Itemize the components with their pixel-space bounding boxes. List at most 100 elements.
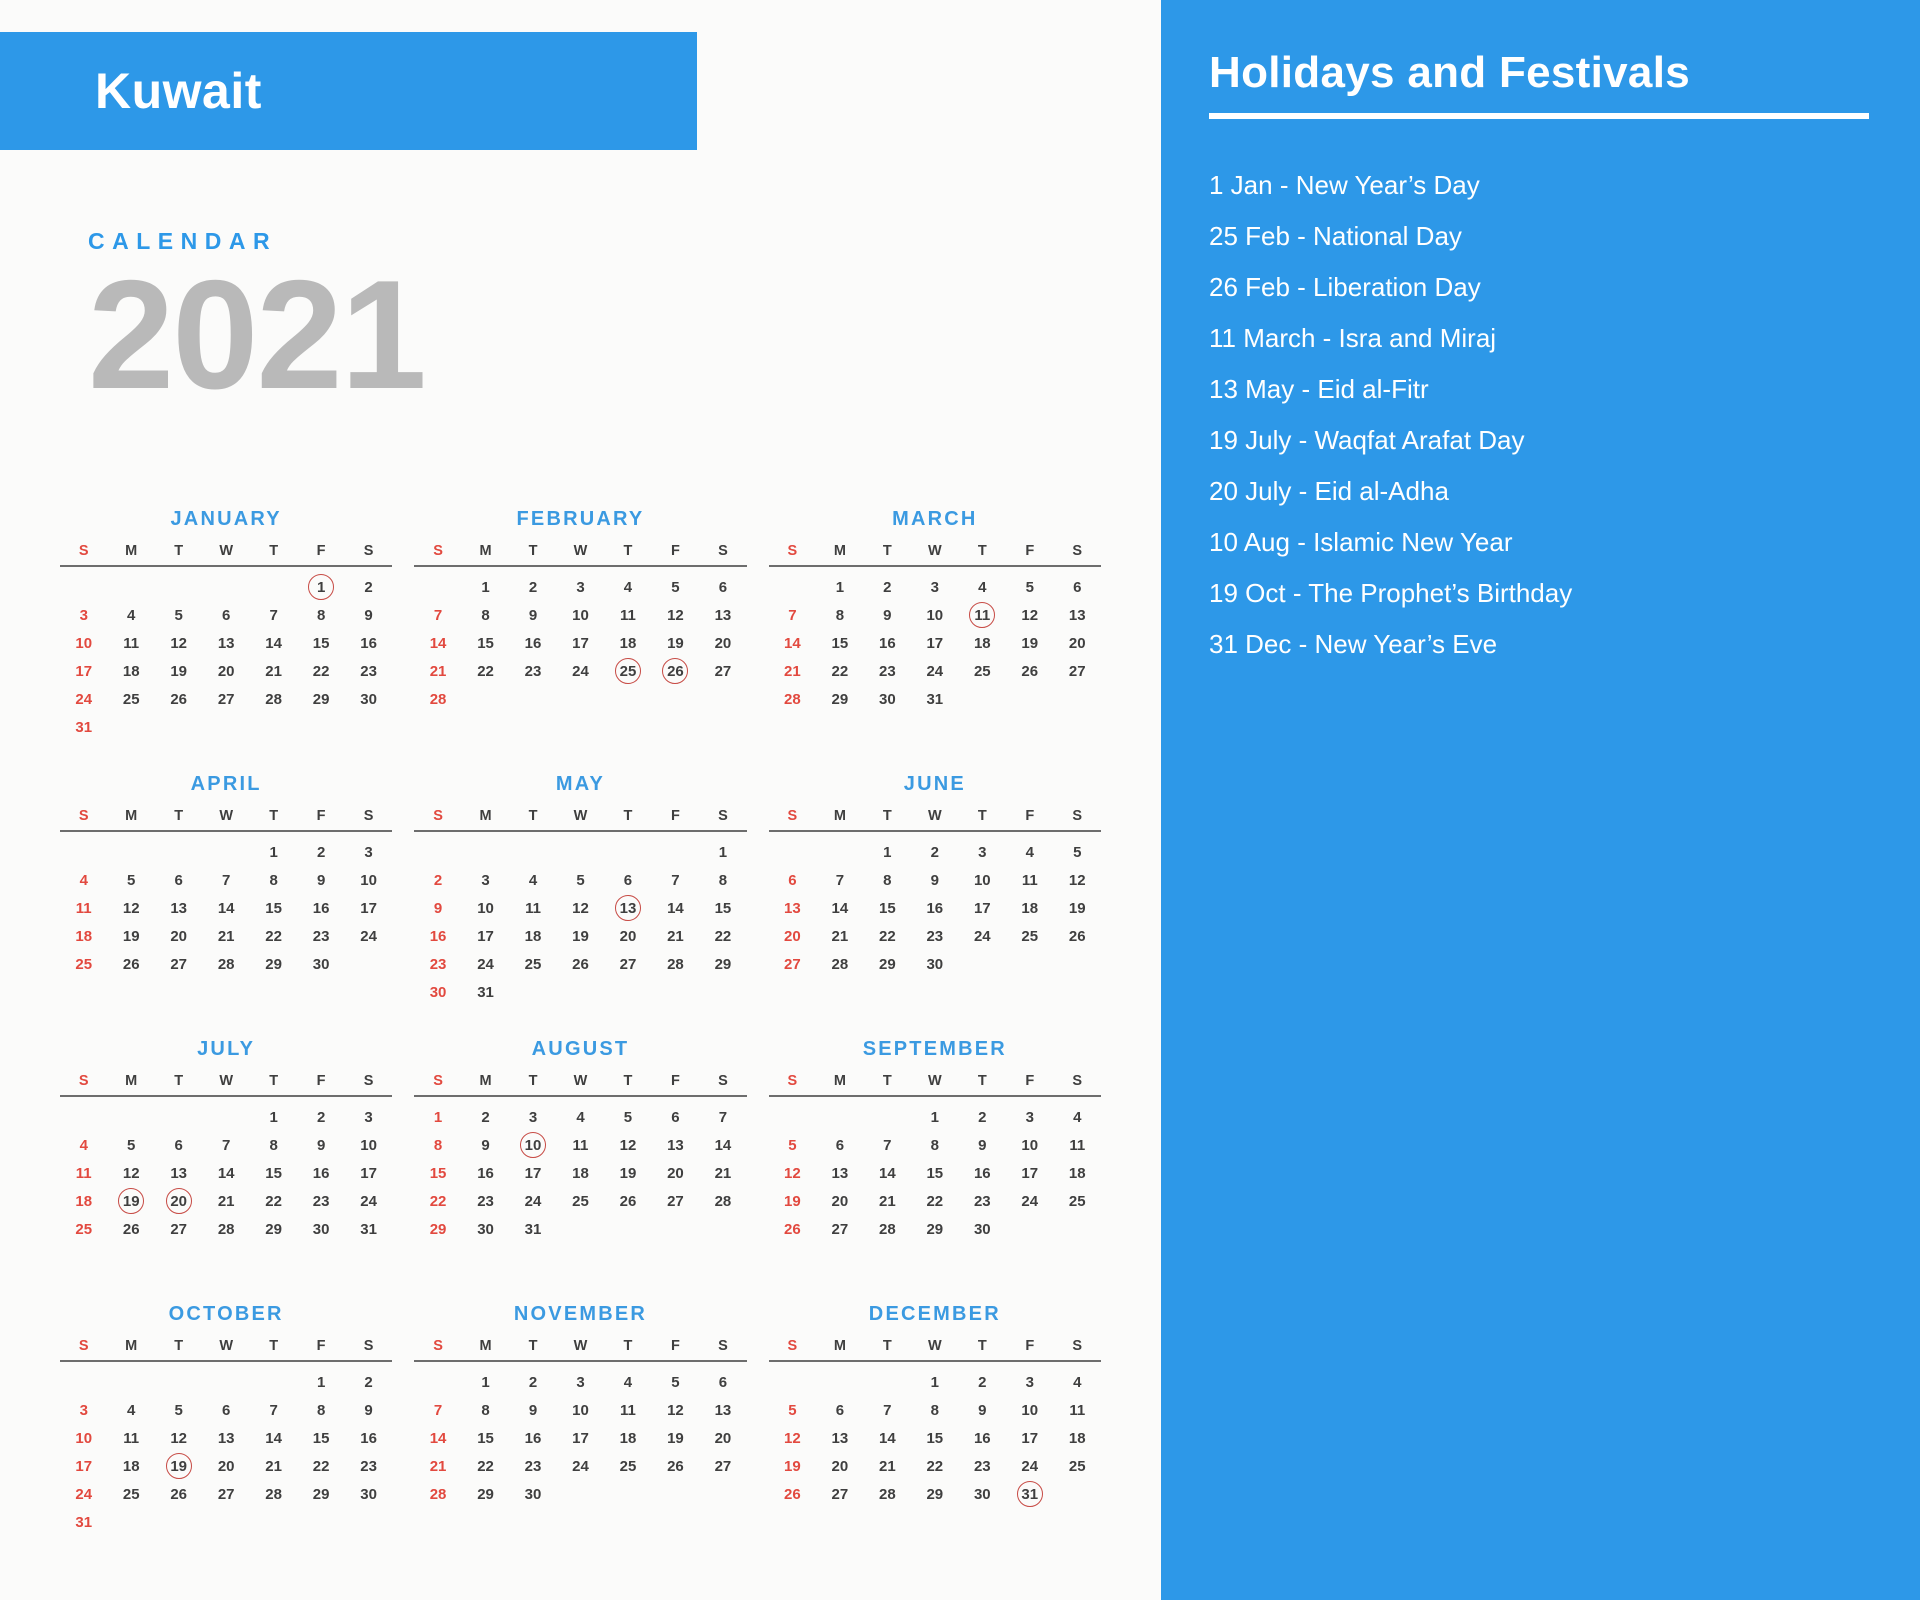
day-cell[interactable]: 30 [509, 1480, 556, 1508]
day-cell[interactable]: 11 [60, 1159, 107, 1187]
day-cell[interactable]: 22 [414, 1187, 461, 1215]
day-cell[interactable]: 3 [60, 601, 107, 629]
day-cell[interactable]: 19 [604, 1159, 651, 1187]
day-cell[interactable]: 22 [911, 1452, 958, 1480]
day-cell[interactable]: 27 [816, 1480, 863, 1508]
day-cell[interactable]: 13 [699, 1396, 746, 1424]
day-cell[interactable]: 3 [911, 573, 958, 601]
day-cell[interactable]: 18 [60, 922, 107, 950]
day-cell[interactable]: 12 [107, 1159, 154, 1187]
day-cell[interactable]: 23 [959, 1187, 1006, 1215]
day-cell[interactable]: 25 [557, 1187, 604, 1215]
day-cell[interactable]: 20 [652, 1159, 699, 1187]
day-cell[interactable]: 3 [509, 1103, 556, 1131]
day-cell[interactable]: 16 [509, 629, 556, 657]
day-cell[interactable]: 1 [462, 573, 509, 601]
day-cell[interactable]: 13 [202, 629, 249, 657]
day-cell-holiday[interactable]: 26 [652, 657, 699, 685]
day-cell[interactable]: 27 [816, 1215, 863, 1243]
day-cell[interactable]: 27 [769, 950, 816, 978]
day-cell[interactable]: 25 [107, 685, 154, 713]
day-cell[interactable]: 1 [864, 838, 911, 866]
day-cell-holiday[interactable]: 19 [155, 1452, 202, 1480]
day-cell[interactable]: 12 [769, 1159, 816, 1187]
day-cell[interactable]: 15 [462, 1424, 509, 1452]
day-cell[interactable]: 21 [864, 1452, 911, 1480]
day-cell[interactable]: 28 [414, 685, 461, 713]
day-cell[interactable]: 31 [60, 1508, 107, 1536]
day-cell[interactable]: 31 [60, 713, 107, 741]
day-cell[interactable]: 5 [604, 1103, 651, 1131]
day-cell[interactable]: 14 [250, 629, 297, 657]
day-cell[interactable]: 21 [769, 657, 816, 685]
day-cell[interactable]: 23 [509, 1452, 556, 1480]
day-cell[interactable]: 17 [345, 1159, 392, 1187]
day-cell[interactable]: 11 [604, 601, 651, 629]
day-cell[interactable]: 31 [509, 1215, 556, 1243]
day-cell[interactable]: 6 [699, 573, 746, 601]
day-cell[interactable]: 17 [345, 894, 392, 922]
day-cell[interactable]: 26 [769, 1480, 816, 1508]
day-cell[interactable]: 8 [250, 866, 297, 894]
day-cell[interactable]: 27 [202, 1480, 249, 1508]
day-cell[interactable]: 17 [1006, 1424, 1053, 1452]
day-cell-holiday[interactable]: 10 [509, 1131, 556, 1159]
day-cell[interactable]: 18 [557, 1159, 604, 1187]
day-cell[interactable]: 7 [202, 866, 249, 894]
day-cell[interactable]: 15 [816, 629, 863, 657]
day-cell[interactable]: 5 [769, 1131, 816, 1159]
day-cell[interactable]: 5 [557, 866, 604, 894]
day-cell[interactable]: 12 [652, 601, 699, 629]
day-cell[interactable]: 1 [699, 838, 746, 866]
day-cell[interactable]: 21 [816, 922, 863, 950]
day-cell[interactable]: 5 [107, 866, 154, 894]
day-cell[interactable]: 2 [959, 1103, 1006, 1131]
day-cell[interactable]: 14 [864, 1424, 911, 1452]
day-cell[interactable]: 29 [911, 1480, 958, 1508]
day-cell[interactable]: 30 [297, 950, 344, 978]
day-cell[interactable]: 27 [604, 950, 651, 978]
day-cell[interactable]: 28 [202, 1215, 249, 1243]
day-cell[interactable]: 2 [509, 573, 556, 601]
day-cell[interactable]: 4 [959, 573, 1006, 601]
day-cell[interactable]: 5 [1006, 573, 1053, 601]
day-cell[interactable]: 15 [414, 1159, 461, 1187]
day-cell[interactable]: 21 [699, 1159, 746, 1187]
day-cell[interactable]: 10 [557, 1396, 604, 1424]
day-cell[interactable]: 1 [297, 1368, 344, 1396]
day-cell[interactable]: 20 [1054, 629, 1101, 657]
day-cell[interactable]: 25 [959, 657, 1006, 685]
day-cell[interactable]: 31 [462, 978, 509, 1006]
day-cell[interactable]: 4 [60, 1131, 107, 1159]
day-cell[interactable]: 6 [816, 1396, 863, 1424]
day-cell[interactable]: 1 [462, 1368, 509, 1396]
day-cell[interactable]: 10 [959, 866, 1006, 894]
day-cell[interactable]: 15 [462, 629, 509, 657]
day-cell[interactable]: 9 [509, 1396, 556, 1424]
day-cell[interactable]: 24 [557, 1452, 604, 1480]
day-cell[interactable]: 3 [557, 1368, 604, 1396]
day-cell[interactable]: 29 [297, 685, 344, 713]
day-cell[interactable]: 23 [959, 1452, 1006, 1480]
day-cell[interactable]: 12 [652, 1396, 699, 1424]
day-cell[interactable]: 24 [959, 922, 1006, 950]
day-cell[interactable]: 20 [202, 1452, 249, 1480]
day-cell[interactable]: 17 [911, 629, 958, 657]
day-cell[interactable]: 15 [699, 894, 746, 922]
day-cell[interactable]: 22 [250, 922, 297, 950]
day-cell[interactable]: 16 [297, 1159, 344, 1187]
day-cell[interactable]: 22 [297, 1452, 344, 1480]
day-cell[interactable]: 16 [959, 1424, 1006, 1452]
day-cell[interactable]: 7 [769, 601, 816, 629]
day-cell[interactable]: 20 [769, 922, 816, 950]
day-cell[interactable]: 20 [155, 922, 202, 950]
day-cell[interactable]: 14 [652, 894, 699, 922]
day-cell[interactable]: 30 [911, 950, 958, 978]
day-cell[interactable]: 13 [816, 1159, 863, 1187]
day-cell[interactable]: 15 [250, 894, 297, 922]
day-cell[interactable]: 27 [652, 1187, 699, 1215]
day-cell[interactable]: 31 [345, 1215, 392, 1243]
day-cell[interactable]: 18 [604, 1424, 651, 1452]
day-cell[interactable]: 11 [1006, 866, 1053, 894]
day-cell[interactable]: 18 [1054, 1424, 1101, 1452]
